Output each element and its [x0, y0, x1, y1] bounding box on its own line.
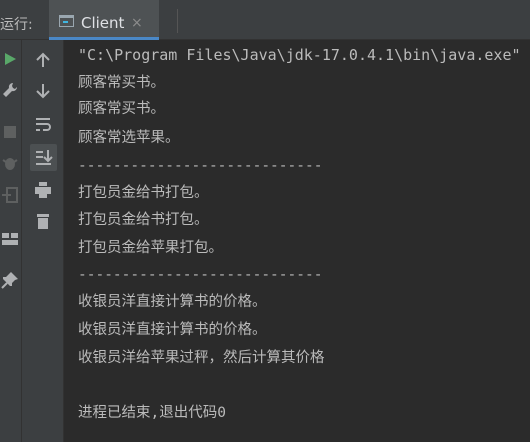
- console-line: 顾客常买书。: [78, 75, 165, 91]
- console-separator: ----------------------------: [78, 158, 323, 174]
- run-label: 运行:: [0, 17, 33, 33]
- scroll-to-end-icon: [36, 150, 53, 165]
- console-line: 打包员金给书打包。: [78, 212, 209, 228]
- print-icon[interactable]: [34, 181, 52, 199]
- console-line: 收银员洋直接计算书的价格。: [78, 322, 267, 338]
- console-window-icon: [59, 15, 74, 27]
- console-line: 顾客常买书。: [78, 101, 165, 117]
- left-toolbar: [0, 40, 22, 442]
- console-line-command: "C:\Program Files\Java\jdk-17.0.4.1\bin\…: [78, 46, 521, 64]
- run-tool-window-header: 运行: Client ×: [0, 0, 530, 40]
- console-line: 打包员金给书打包。: [78, 185, 209, 201]
- scroll-to-end-button[interactable]: [30, 144, 57, 171]
- console-line: 收银员洋直接计算书的价格。: [78, 294, 267, 310]
- wrench-icon[interactable]: [1, 81, 19, 99]
- console-line: 收银员洋给苹果过秤，然后计算其价格: [78, 350, 325, 366]
- tab-client[interactable]: Client ×: [49, 0, 159, 40]
- console-toolbar: [22, 40, 64, 442]
- soft-wrap-icon[interactable]: [34, 115, 52, 133]
- pin-icon[interactable]: [1, 271, 19, 289]
- layout-icon[interactable]: [1, 232, 19, 246]
- arrow-down-icon[interactable]: [34, 82, 52, 100]
- tab-title: Client: [81, 14, 125, 32]
- console-separator: ----------------------------: [78, 267, 323, 283]
- close-icon[interactable]: ×: [131, 15, 143, 31]
- exit-icon[interactable]: [1, 186, 19, 204]
- run-icon[interactable]: [2, 51, 18, 67]
- console-output[interactable]: "C:\Program Files\Java\jdk-17.0.4.1\bin\…: [64, 40, 530, 442]
- arrow-up-icon[interactable]: [34, 51, 52, 69]
- bug-icon[interactable]: [1, 154, 19, 172]
- trash-icon[interactable]: [34, 212, 52, 230]
- console-line: 顾客常选苹果。: [78, 130, 180, 146]
- stop-icon[interactable]: [2, 124, 18, 140]
- header-divider: [177, 9, 178, 33]
- console-line-exit: 进程已结束,退出代码0: [78, 405, 226, 421]
- console-line: 打包员金给苹果打包。: [78, 240, 223, 256]
